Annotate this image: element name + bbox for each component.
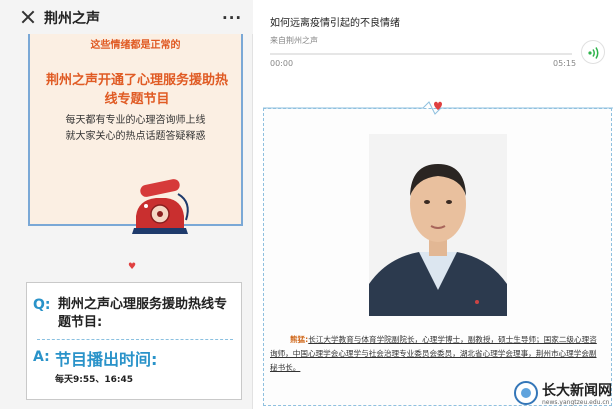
bio-body: 长江大学教育与体育学院副院长，心理学博士，副教授，硕士生导师；国家二级心理咨询师… [270, 335, 597, 372]
promo-sub-line-1: 每天都有专业的心理咨询师上线 [65, 115, 206, 126]
more-menu-icon[interactable]: ··· [222, 9, 242, 27]
phone-article-panel: 荆州之声 ··· 这些情绪都是正常的 荆州之声开通了心理服务援助热线专题节目 每… [0, 0, 253, 409]
promo-card: 这些情绪都是正常的 荆州之声开通了心理服务援助热线专题节目 每天都有专业的心理咨… [28, 34, 243, 234]
audio-progress-track[interactable] [270, 53, 572, 55]
app-title: 荆州之声 [44, 11, 100, 27]
watermark-url: news.yangtzeu.edu.cn [542, 399, 610, 406]
watermark-name: 长大新闻网 [542, 383, 612, 399]
promo-headline: 荆州之声开通了心理服务援助热线专题节目 [45, 73, 228, 107]
university-logo-icon [514, 381, 538, 405]
question-text: 荆州之声心理服务援助热线专题节目: [58, 297, 228, 330]
phone-top-bar: 荆州之声 ··· [0, 0, 253, 34]
bio-name: 熊猛: [290, 335, 309, 344]
audio-play-button[interactable] [581, 40, 605, 64]
person-portrait-icon [369, 134, 507, 316]
answer-text: 节目播出时间: [55, 350, 158, 369]
heartbeat-divider-icon [263, 101, 613, 115]
screenshot-root: 荆州之声 ··· 这些情绪都是正常的 荆州之声开通了心理服务援助热线专题节目 每… [0, 0, 616, 409]
close-icon[interactable] [20, 9, 36, 25]
promo-sub-line-2: 就大家关心的热点话题答疑释惑 [65, 131, 206, 142]
bio-text: 熊猛:长江大学教育与体育学院副院长，心理学博士，副教授，硕士生导师；国家二级心理… [270, 333, 604, 375]
sound-wave-icon [588, 47, 599, 59]
answer-mark-label: A: [33, 349, 50, 365]
audio-source: 来自荆州之声 [270, 36, 318, 45]
heart-divider-icon: ♥ [128, 262, 137, 272]
telephone-illustration-icon [132, 179, 189, 234]
news-watermark: 长大新闻网 news.yangtzeu.edu.cn [514, 380, 616, 409]
audio-current-time: 00:00 [270, 59, 294, 68]
audio-title: 如何远离疫情引起的不良情绪 [270, 18, 400, 29]
qa-divider [37, 339, 233, 340]
audio-duration: 05:15 [553, 59, 577, 68]
broadcast-time: 每天9:55、16:45 [55, 375, 134, 385]
question-mark-label: Q: [33, 297, 51, 313]
portrait-photo [369, 134, 507, 316]
emotion-note: 这些情绪都是正常的 [90, 40, 181, 51]
qa-card: Q: 荆州之声心理服务援助热线专题节目: A: 节目播出时间: 每天9:55、1… [26, 282, 242, 400]
